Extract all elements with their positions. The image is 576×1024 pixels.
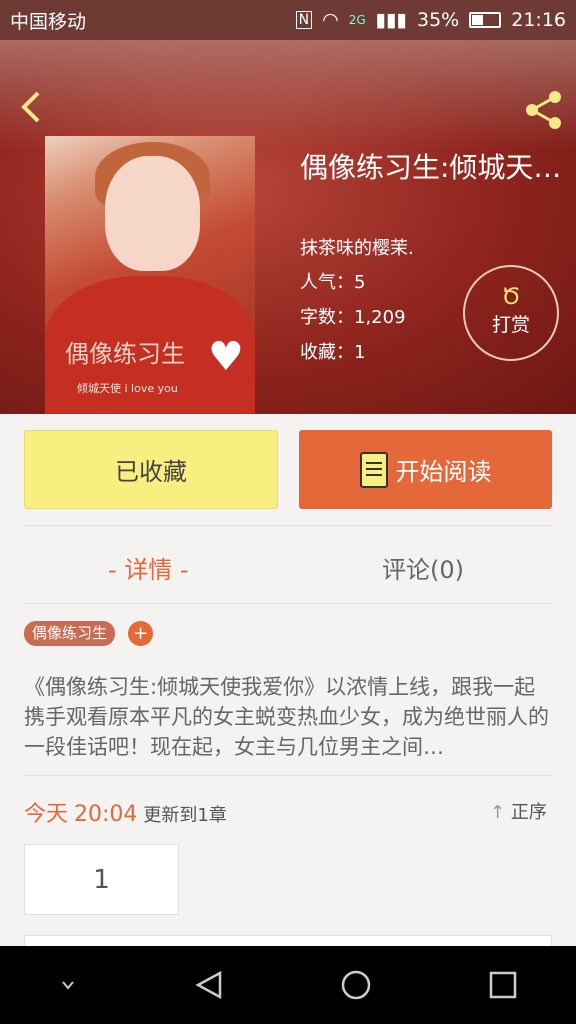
- book-icon: [359, 451, 388, 488]
- back-icon[interactable]: [18, 90, 44, 124]
- favorite-count: 收藏：1: [300, 342, 366, 363]
- coin-icon: Ծ: [501, 285, 521, 310]
- cover-subtitle: 倾城天使 i love you: [77, 382, 178, 395]
- clock: 21:16: [511, 9, 566, 31]
- back-nav-icon[interactable]: [190, 965, 230, 1005]
- chapter-number: 1: [93, 864, 110, 895]
- tag-chip[interactable]: 偶像练习生: [24, 621, 116, 646]
- update-info: 今天 20:04 更新到1章: [24, 796, 227, 828]
- divider: [24, 775, 552, 776]
- book-title: 偶像练习生:倾城天…: [300, 151, 562, 184]
- favorited-button[interactable]: 已收藏: [24, 430, 278, 509]
- wifi-icon: ◠: [322, 9, 339, 31]
- update-text: 更新到1章: [143, 805, 227, 826]
- system-nav-bar: [0, 946, 576, 1024]
- book-cover-image: 偶像练习生 ♥ 倾城天使 i love you: [45, 136, 255, 414]
- status-bar: 中国移动 N ◠ 2G ▮▮▮ 35% 21:16: [0, 0, 576, 40]
- tip-button[interactable]: Ծ 打赏: [463, 265, 559, 361]
- word-count: 字数：1,209: [300, 307, 406, 328]
- favorited-label: 已收藏: [115, 458, 187, 486]
- popularity: 人气：5: [300, 272, 366, 293]
- add-tag-button[interactable]: +: [128, 621, 153, 646]
- cover-title: 偶像练习生: [65, 340, 185, 368]
- tab-comments[interactable]: 评论(0): [382, 550, 464, 585]
- battery-icon: [469, 12, 502, 28]
- book-description[interactable]: 《偶像练习生:倾城天使我爱你》以浓情上线，跟我一起携手观看原本平凡的女主蜕变热血…: [24, 672, 554, 762]
- share-icon[interactable]: [522, 88, 566, 132]
- book-author[interactable]: 抹茶味的樱茉.: [300, 234, 414, 260]
- sort-order-label: 正序: [510, 802, 547, 823]
- start-reading-label: 开始阅读: [395, 458, 492, 486]
- update-day: 今天: [24, 802, 69, 827]
- tip-label: 打赏: [491, 314, 530, 336]
- carrier-label: 中国移动: [10, 10, 87, 33]
- recent-apps-icon[interactable]: [483, 965, 523, 1005]
- arrow-up-icon: ↑: [490, 802, 506, 823]
- chevron-down-icon[interactable]: [53, 970, 83, 1000]
- heart-icon: ♥: [208, 334, 244, 380]
- update-time: 20:04: [74, 802, 138, 827]
- signal-icon: ▮▮▮: [375, 9, 407, 31]
- network-type: 2G: [348, 13, 366, 27]
- start-reading-button[interactable]: 开始阅读: [299, 430, 552, 509]
- nfc-icon: N: [295, 11, 313, 29]
- book-header: 偶像练习生 ♥ 倾城天使 i love you 偶像练习生:倾城天… 抹茶味的樱…: [0, 40, 576, 414]
- battery-percent: 35%: [417, 9, 460, 31]
- home-nav-icon[interactable]: [336, 965, 376, 1005]
- sort-order-button[interactable]: ↑ 正序: [490, 798, 547, 824]
- divider: [24, 603, 552, 604]
- divider: [24, 525, 552, 526]
- tab-details[interactable]: - 详情 -: [108, 550, 189, 585]
- chapter-item[interactable]: 1: [24, 844, 179, 915]
